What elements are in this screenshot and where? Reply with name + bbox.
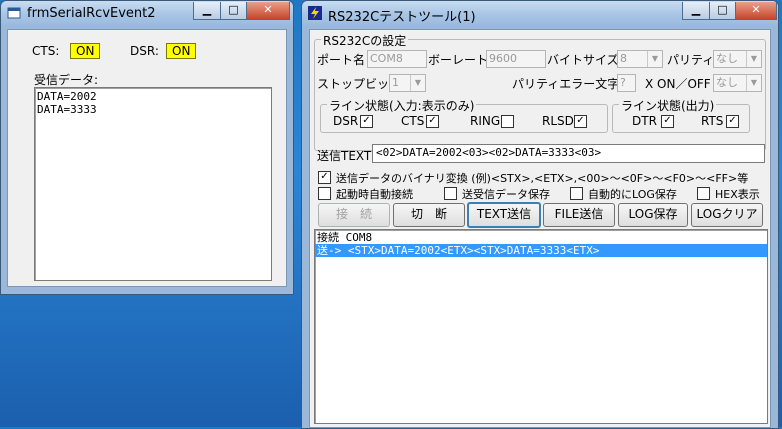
ring-label: RING <box>470 114 501 128</box>
form-icon <box>7 7 21 19</box>
auto-log-checkbox[interactable] <box>570 187 583 200</box>
stopbit-select[interactable]: 1 ▼ <box>389 74 426 92</box>
binary-conv-label: 送信データのバイナリ変換 (例)<STX>,<ETX>,<00>～<0F>～<F… <box>336 172 749 185</box>
auto-log-label: 自動的にLOG保存 <box>588 188 677 201</box>
ring-checkbox[interactable] <box>501 115 514 128</box>
bytesize-value: 8 <box>620 52 627 65</box>
hex-display-label: HEX表示 <box>715 188 760 201</box>
right-titlebar[interactable]: RS232Cテストツール(1) ▁ □ ✕ <box>302 1 778 27</box>
bytesize-label: バイトサイズ <box>547 53 619 67</box>
rlsd-label: RLSD <box>542 114 574 128</box>
stopbit-value: 1 <box>392 76 399 89</box>
disconnect-button[interactable]: 切 断 <box>393 203 465 227</box>
dsr-label: DSR: <box>130 44 159 58</box>
parity-error-field[interactable]: ? <box>617 74 636 92</box>
rlsd-checkbox[interactable]: ✓ <box>574 115 587 128</box>
dtr-label: DTR <box>632 114 657 128</box>
left-window: frmSerialRcvEvent2 ▁ □ ✕ CTS: ON DSR: ON… <box>0 0 294 295</box>
send-text-input[interactable]: <02>DATA=2002<03><02>DATA=3333<03> <box>372 144 765 163</box>
rts-label: RTS <box>701 114 724 128</box>
desktop: { "left_window": { "title": "frmSerialRc… <box>0 0 782 429</box>
baud-field[interactable]: 9600 <box>486 50 546 68</box>
close-button[interactable]: ✕ <box>735 2 777 20</box>
left-window-title: frmSerialRcvEvent2 <box>27 6 156 21</box>
chevron-down-icon: ▼ <box>746 75 761 91</box>
minimize-button[interactable]: ▁ <box>193 2 221 20</box>
auto-connect-label: 起動時自動接続 <box>336 188 413 201</box>
parity-label: パリティ <box>667 53 715 67</box>
recv-data-textarea[interactable]: DATA=2002 DATA=3333 <box>34 87 272 281</box>
bytesize-select[interactable]: 8 ▼ <box>617 50 663 68</box>
connect-button[interactable]: 接 続 <box>318 203 390 227</box>
minimize-button[interactable]: ▁ <box>682 2 710 20</box>
port-label: ポート名 <box>317 53 366 67</box>
save-send-recv-label: 送受信データ保存 <box>462 188 550 201</box>
line-out-group-title: ライン状態(出力) <box>619 97 717 114</box>
dtr-checkbox[interactable]: ✓ <box>661 115 674 128</box>
hex-display-checkbox[interactable] <box>697 187 710 200</box>
cts-label: CTS <box>401 114 425 128</box>
chevron-down-icon: ▼ <box>647 51 662 67</box>
right-window-title: RS232Cテストツール(1) <box>328 10 476 25</box>
xonoff-value: なし <box>716 76 738 89</box>
settings-group-title: RS232Cの設定 <box>321 32 409 49</box>
baud-label: ボーレート <box>428 53 489 67</box>
recv-data-label: 受信データ: <box>34 73 99 87</box>
port-field[interactable]: COM8 <box>367 50 427 68</box>
left-client: CTS: ON DSR: ON 受信データ: DATA=2002 DATA=33… <box>7 29 287 287</box>
line-in-group-title: ライン状態(入力:表示のみ) <box>327 97 477 114</box>
rts-checkbox[interactable]: ✓ <box>726 115 739 128</box>
dsr-label: DSR <box>333 114 359 128</box>
dsr-checkbox[interactable]: ✓ <box>360 115 373 128</box>
auto-connect-checkbox[interactable] <box>318 187 331 200</box>
recv-line: DATA=2002 <box>37 90 97 103</box>
cts-label: CTS: <box>32 44 60 58</box>
log-save-button[interactable]: LOG保存 <box>618 203 688 227</box>
xonoff-select[interactable]: なし ▼ <box>713 74 762 92</box>
binary-conv-checkbox[interactable]: ✓ <box>318 171 331 184</box>
parity-select[interactable]: なし ▼ <box>713 50 762 68</box>
log-textarea[interactable]: 接続 COM8 送-> <STX>DATA=2002<ETX><STX>DATA… <box>314 229 768 424</box>
log-line-selected[interactable]: 送-> <STX>DATA=2002<ETX><STX>DATA=3333<ET… <box>315 244 767 257</box>
maximize-button[interactable]: □ <box>709 2 736 20</box>
file-send-button[interactable]: FILE送信 <box>543 203 615 227</box>
recv-line: DATA=3333 <box>37 103 97 116</box>
right-client: RS232Cの設定 ポート名 COM8 ボーレート 9600 バイトサイズ 8 … <box>309 29 771 428</box>
maximize-button[interactable]: □ <box>220 2 247 20</box>
xonoff-label: X ON／OFF <box>645 77 711 91</box>
send-text-label: 送信TEXT <box>317 149 372 163</box>
parity-value: なし <box>716 52 738 65</box>
left-titlebar[interactable]: frmSerialRcvEvent2 ▁ □ ✕ <box>1 1 293 27</box>
parity-error-label: パリティエラー文字 <box>512 77 620 91</box>
close-button[interactable]: ✕ <box>246 2 290 20</box>
text-send-button[interactable]: TEXT送信 <box>467 202 541 228</box>
lightning-icon <box>308 6 322 20</box>
right-window: RS232Cテストツール(1) ▁ □ ✕ RS232Cの設定 ポート名 COM… <box>301 0 779 429</box>
log-line: 接続 COM8 <box>317 231 373 244</box>
chevron-down-icon: ▼ <box>410 75 425 91</box>
log-clear-button[interactable]: LOGクリア <box>691 203 763 227</box>
save-send-recv-checkbox[interactable] <box>444 187 457 200</box>
chevron-down-icon: ▼ <box>746 51 761 67</box>
cts-status-badge: ON <box>70 43 101 59</box>
cts-checkbox[interactable]: ✓ <box>426 115 439 128</box>
dsr-status-badge: ON <box>166 43 197 59</box>
